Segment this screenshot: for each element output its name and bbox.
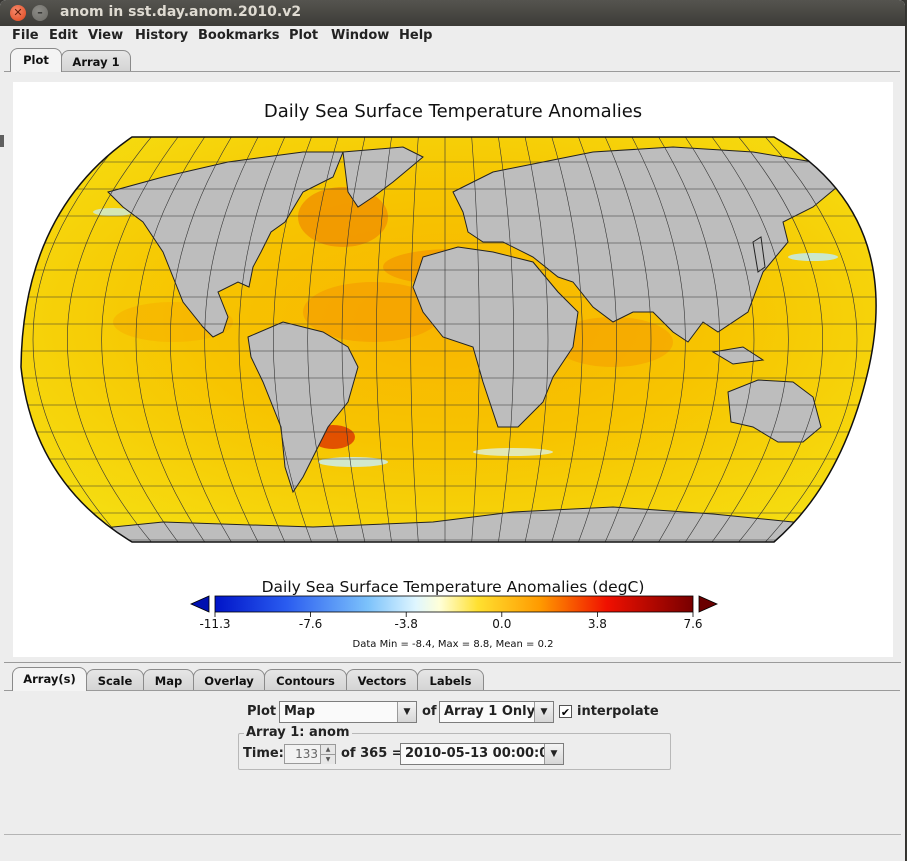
tab-array-1[interactable]: Array 1 bbox=[61, 50, 131, 72]
array-select-value: Array 1 Only bbox=[444, 704, 536, 719]
minimize-window-button[interactable]: – bbox=[32, 5, 48, 21]
array-select[interactable]: Array 1 Only ▼ bbox=[439, 701, 554, 723]
tab-arrays[interactable]: Array(s) bbox=[12, 667, 87, 691]
menu-edit[interactable]: Edit bbox=[49, 28, 78, 43]
window-title: anom in sst.day.anom.2010.v2 bbox=[60, 4, 302, 20]
time-index-stepper[interactable]: 133 ▲ ▼ bbox=[284, 744, 336, 764]
colorbar-tick-label: 7.6 bbox=[683, 617, 702, 631]
tab-map[interactable]: Map bbox=[143, 669, 194, 691]
colorbar-tick-label: 3.8 bbox=[588, 617, 607, 631]
anomaly-patch bbox=[788, 253, 838, 261]
time-value: 2010-05-13 00:00:00 bbox=[405, 746, 558, 761]
chevron-down-icon[interactable]: ▼ bbox=[320, 754, 335, 764]
colorbar-tick-label: 0.0 bbox=[492, 617, 511, 631]
interpolate-label: interpolate bbox=[577, 704, 659, 719]
tab-divider bbox=[4, 690, 900, 691]
tab-vectors[interactable]: Vectors bbox=[346, 669, 418, 691]
time-index-value: 133 bbox=[295, 747, 318, 761]
colorbar-title: Daily Sea Surface Temperature Anomalies … bbox=[262, 578, 645, 596]
colorbar-tick-label: -7.6 bbox=[299, 617, 322, 631]
chevron-down-icon: ▼ bbox=[534, 702, 553, 722]
tab-plot[interactable]: Plot bbox=[10, 48, 62, 72]
menu-help[interactable]: Help bbox=[399, 28, 432, 43]
plot-type-label: Plot bbox=[247, 704, 277, 719]
tab-labels[interactable]: Labels bbox=[417, 669, 484, 691]
interpolate-checkbox[interactable]: ✔ bbox=[559, 705, 572, 719]
colorbar-tick-label: -11.3 bbox=[199, 617, 230, 631]
window-edge-mark bbox=[0, 135, 4, 147]
menu-bar: File Edit View History Bookmarks Plot Wi… bbox=[0, 26, 905, 47]
menu-window[interactable]: Window bbox=[331, 28, 389, 43]
map bbox=[21, 137, 877, 542]
plot-title: Daily Sea Surface Temperature Anomalies bbox=[264, 101, 642, 122]
anomaly-patch bbox=[318, 457, 388, 467]
status-divider bbox=[4, 834, 901, 835]
tab-overlay[interactable]: Overlay bbox=[193, 669, 265, 691]
title-bar: ✕ – anom in sst.day.anom.2010.v2 bbox=[0, 0, 905, 26]
plot-type-select[interactable]: Map ▼ bbox=[279, 701, 417, 723]
time-value-select[interactable]: 2010-05-13 00:00:00 ▼ bbox=[400, 743, 564, 765]
menu-file[interactable]: File bbox=[12, 28, 39, 43]
colorbar-tick-labels: -11.3 -7.6 -3.8 0.0 3.8 7.6 bbox=[199, 617, 702, 631]
plot-type-value: Map bbox=[284, 704, 316, 719]
tab-scale[interactable]: Scale bbox=[86, 669, 144, 691]
menu-history[interactable]: History bbox=[135, 28, 188, 43]
menu-view[interactable]: View bbox=[88, 28, 123, 43]
colorbar-ticks bbox=[214, 612, 694, 617]
menu-bookmarks[interactable]: Bookmarks bbox=[198, 28, 280, 43]
time-total-label: of 365 = bbox=[341, 746, 403, 761]
close-window-button[interactable]: ✕ bbox=[10, 5, 26, 21]
data-stats: Data Min = -8.4, Max = 8.8, Mean = 0.2 bbox=[353, 639, 554, 650]
colorbar bbox=[214, 595, 694, 613]
panel-divider bbox=[4, 662, 901, 663]
chevron-down-icon: ▼ bbox=[544, 744, 563, 764]
array-group-title: Array 1: anom bbox=[244, 725, 352, 740]
chevron-up-icon[interactable]: ▲ bbox=[320, 745, 335, 754]
chevron-down-icon: ▼ bbox=[397, 702, 416, 722]
map-plot-svg: Daily Sea Surface Temperature Anomalies bbox=[20, 101, 877, 650]
time-label: Time: bbox=[243, 746, 284, 761]
colorbar-low-arrow bbox=[190, 595, 210, 613]
menu-plot[interactable]: Plot bbox=[289, 28, 318, 43]
app-window: ✕ – anom in sst.day.anom.2010.v2 File Ed… bbox=[0, 0, 905, 861]
colorbar-high-arrow bbox=[698, 595, 718, 613]
tab-contours[interactable]: Contours bbox=[264, 669, 347, 691]
plot-canvas[interactable]: Daily Sea Surface Temperature Anomalies bbox=[13, 82, 893, 657]
of-label: of bbox=[422, 704, 437, 719]
tab-divider bbox=[4, 71, 900, 72]
colorbar-tick-label: -3.8 bbox=[394, 617, 417, 631]
